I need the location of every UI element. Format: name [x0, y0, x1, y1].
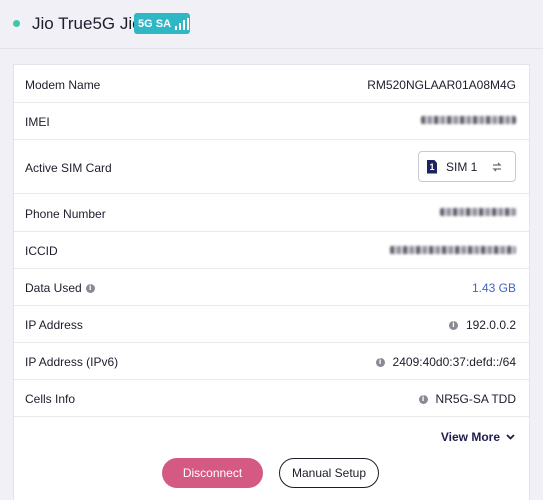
signal-strength-icon: [175, 17, 190, 30]
active-sim-row: Active SIM Card 1 SIM 1: [14, 140, 529, 194]
info-icon[interactable]: i: [375, 357, 385, 367]
sim-selector[interactable]: 1 SIM 1: [418, 151, 516, 182]
iccid-redacted: [390, 246, 516, 254]
ipv6-address-label: IP Address (IPv6): [25, 355, 119, 369]
modem-name-value: RM520NGLAAR01A08M4G: [367, 78, 516, 92]
phone-number-label: Phone Number: [25, 207, 106, 221]
data-used-label-group: Data Used i: [25, 281, 95, 295]
ip-address-value: 192.0.0.2: [465, 318, 516, 332]
disconnect-button[interactable]: Disconnect: [162, 458, 263, 488]
connection-header: Jio True5G Jio 5G SA: [0, 0, 543, 49]
connection-status-dot: [13, 20, 20, 27]
iccid-row: ICCID: [14, 232, 529, 269]
imei-label: IMEI: [25, 115, 50, 129]
phone-number-redacted: [440, 208, 516, 216]
iccid-label: ICCID: [25, 244, 58, 258]
sim-card-icon: 1: [427, 159, 437, 174]
ip-address-row: IP Address i 192.0.0.2: [14, 306, 529, 343]
active-sim-label: Active SIM Card: [25, 161, 112, 175]
imei-redacted: [421, 116, 516, 124]
iccid-value: [390, 246, 516, 254]
imei-row: IMEI: [14, 103, 529, 140]
modem-details-card: Modem Name RM520NGLAAR01A08M4G IMEI Acti…: [13, 64, 530, 500]
ipv6-address-value-group: i 2409:40d0:37:defd::/64: [375, 355, 516, 369]
ip-address-label: IP Address: [25, 318, 83, 332]
info-icon[interactable]: i: [85, 283, 95, 293]
ipv6-address-value: 2409:40d0:37:defd::/64: [392, 355, 516, 369]
modem-name-row: Modem Name RM520NGLAAR01A08M4G: [14, 65, 529, 103]
cells-info-value: NR5G-SA TDD: [435, 392, 516, 406]
chevron-down-icon: [506, 434, 515, 440]
phone-number-value: [440, 208, 516, 216]
phone-number-row: Phone Number: [14, 194, 529, 232]
info-icon[interactable]: i: [418, 394, 428, 404]
swap-icon[interactable]: [492, 160, 502, 174]
sim-selector-value: SIM 1: [446, 159, 478, 174]
data-used-value: 1.43 GB: [471, 281, 516, 295]
data-used-label: Data Used: [25, 281, 82, 295]
ip-address-value-group: i 192.0.0.2: [448, 318, 516, 332]
ipv6-address-row: IP Address (IPv6) i 2409:40d0:37:defd::/…: [14, 343, 529, 380]
cells-info-row: Cells Info i NR5G-SA TDD: [14, 380, 529, 417]
data-used-row: Data Used i 1.43 GB: [14, 269, 529, 306]
cells-info-value-group: i NR5G-SA TDD: [418, 392, 516, 406]
view-more-label: View More: [440, 430, 500, 444]
carrier-name: Jio True5G Jio: [32, 14, 142, 33]
manual-setup-button[interactable]: Manual Setup: [279, 458, 379, 488]
modem-name-label: Modem Name: [25, 78, 101, 92]
view-more-button[interactable]: View More: [441, 430, 515, 444]
info-icon[interactable]: i: [448, 320, 458, 330]
cells-info-label: Cells Info: [25, 392, 76, 406]
network-type-label: 5G SA: [138, 17, 172, 30]
imei-value: [421, 116, 516, 124]
network-type-badge: 5G SA: [134, 13, 190, 34]
